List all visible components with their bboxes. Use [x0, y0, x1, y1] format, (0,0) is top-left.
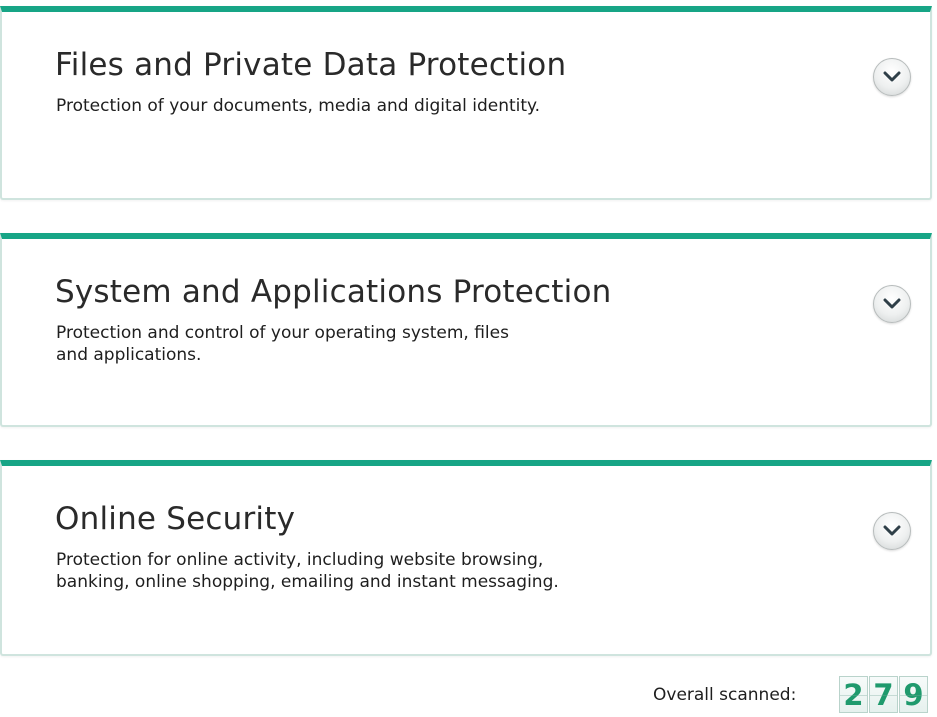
section-description: Protection of your documents, media and …	[56, 96, 541, 116]
section-system-applications[interactable]: System and Applications Protection Prote…	[0, 233, 932, 427]
section-online-security[interactable]: Online Security Protection for online ac…	[0, 460, 932, 656]
chevron-down-icon	[882, 524, 902, 538]
counter-digit: 2	[839, 676, 868, 713]
section-description: Protection and control of your operating…	[56, 323, 509, 365]
section-description: Protection for online activity, includin…	[56, 550, 559, 592]
section-files-private-data[interactable]: Files and Private Data Protection Protec…	[0, 6, 932, 200]
chevron-down-icon	[882, 297, 902, 311]
expand-section-button[interactable]	[873, 58, 911, 96]
section-title: System and Applications Protection	[55, 274, 612, 310]
scan-summary: Overall scanned: 2 7 9	[0, 672, 937, 717]
overall-scanned-label: Overall scanned:	[653, 685, 797, 705]
overall-scanned-counter: 2 7 9	[839, 676, 928, 713]
chevron-down-icon	[882, 70, 902, 84]
counter-digit: 9	[899, 676, 928, 713]
counter-digit: 7	[869, 676, 898, 713]
section-title: Online Security	[55, 501, 296, 537]
expand-section-button[interactable]	[873, 285, 911, 323]
protection-overview: Files and Private Data Protection Protec…	[0, 0, 937, 717]
section-title: Files and Private Data Protection	[55, 47, 567, 83]
expand-section-button[interactable]	[873, 512, 911, 550]
